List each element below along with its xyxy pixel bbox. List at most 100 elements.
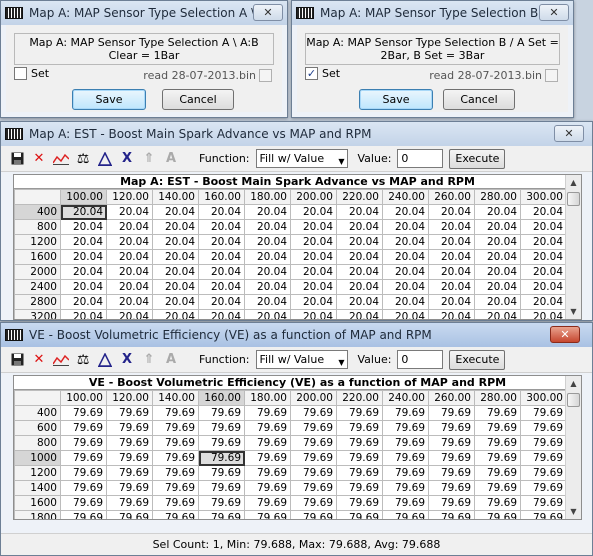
row-header[interactable]: 400 xyxy=(14,204,61,220)
spark-window-titlebar[interactable]: Map A: EST - Boost Main Spark Advance vs… xyxy=(1,122,592,146)
table-cell[interactable]: 79.69 xyxy=(244,405,291,421)
table-cell[interactable]: 79.69 xyxy=(336,405,383,421)
table-cell[interactable]: 79.69 xyxy=(60,405,107,421)
table-cell[interactable]: 20.04 xyxy=(152,279,199,295)
table-cell[interactable]: 79.69 xyxy=(198,405,245,421)
table-cell[interactable]: 79.69 xyxy=(106,405,153,421)
table-cell[interactable]: 20.04 xyxy=(520,294,567,310)
table-cell[interactable]: 20.04 xyxy=(474,279,521,295)
table-cell[interactable]: 20.04 xyxy=(244,279,291,295)
table-cell[interactable]: 79.69 xyxy=(336,450,383,466)
table-cell[interactable]: 79.69 xyxy=(428,465,475,481)
table-cell[interactable]: 20.04 xyxy=(474,219,521,235)
scroll-up-icon[interactable]: ▲ xyxy=(566,376,581,391)
close-icon[interactable]: ✕ xyxy=(539,4,569,21)
table-cell[interactable]: 20.04 xyxy=(244,219,291,235)
table-cell[interactable]: 20.04 xyxy=(152,309,199,319)
table-cell[interactable]: 79.69 xyxy=(106,510,153,519)
table-cell[interactable]: 20.04 xyxy=(336,309,383,319)
function-select[interactable]: Fill w/ Value ▼ xyxy=(255,350,348,369)
table-cell[interactable]: 79.69 xyxy=(244,495,291,511)
table-cell[interactable]: 20.04 xyxy=(520,204,567,220)
table-cell[interactable]: 20.04 xyxy=(290,294,337,310)
table-cell[interactable]: 20.04 xyxy=(60,294,107,310)
table-cell[interactable]: 79.69 xyxy=(244,435,291,451)
table-cell[interactable]: 20.04 xyxy=(198,234,245,250)
grid-corner[interactable] xyxy=(14,189,61,205)
table-cell[interactable]: 79.69 xyxy=(106,480,153,496)
execute-button[interactable]: Execute xyxy=(449,148,506,169)
table-cell[interactable]: 79.69 xyxy=(152,495,199,511)
scroll-down-icon[interactable]: ▼ xyxy=(566,504,581,519)
table-cell[interactable]: 20.04 xyxy=(106,249,153,265)
table-cell[interactable]: 79.69 xyxy=(382,480,429,496)
column-header[interactable]: 180.00 xyxy=(244,189,291,205)
cancel-button[interactable]: Cancel xyxy=(162,89,234,110)
column-header[interactable]: 200.00 xyxy=(290,390,337,406)
table-cell[interactable]: 79.69 xyxy=(244,420,291,436)
table-cell[interactable]: 79.69 xyxy=(152,510,199,519)
table-cell[interactable]: 20.04 xyxy=(152,264,199,280)
table-cell[interactable]: 79.69 xyxy=(520,405,567,421)
table-cell[interactable]: 79.69 xyxy=(428,480,475,496)
column-header[interactable]: 280.00 xyxy=(474,189,521,205)
table-cell[interactable]: 79.69 xyxy=(60,480,107,496)
table-cell[interactable]: 79.69 xyxy=(198,480,245,496)
delete-icon[interactable]: ✕ xyxy=(31,151,47,167)
table-cell[interactable]: 20.04 xyxy=(336,204,383,220)
value-input[interactable]: 0 xyxy=(397,350,444,369)
row-header[interactable]: 1600 xyxy=(14,249,61,265)
table-cell[interactable]: 20.04 xyxy=(474,204,521,220)
row-header[interactable]: 1600 xyxy=(14,495,61,511)
table-cell[interactable]: 20.04 xyxy=(290,309,337,319)
table-cell[interactable]: 79.69 xyxy=(244,510,291,519)
table-cell[interactable]: 79.69 xyxy=(382,435,429,451)
table-cell[interactable]: 20.04 xyxy=(428,264,475,280)
row-header[interactable]: 3200 xyxy=(14,309,61,319)
table-cell[interactable]: 20.04 xyxy=(428,294,475,310)
column-header[interactable]: 240.00 xyxy=(382,189,429,205)
execute-button[interactable]: Execute xyxy=(449,349,506,370)
selected-cell[interactable]: 20.04 xyxy=(60,204,107,220)
table-cell[interactable]: 79.69 xyxy=(382,450,429,466)
table-cell[interactable]: 79.69 xyxy=(152,405,199,421)
table-cell[interactable]: 20.04 xyxy=(290,219,337,235)
table-cell[interactable]: 79.69 xyxy=(520,450,567,466)
table-cell[interactable]: 79.69 xyxy=(106,495,153,511)
row-header[interactable]: 1400 xyxy=(14,480,61,496)
table-cell[interactable]: 20.04 xyxy=(152,219,199,235)
table-cell[interactable]: 20.04 xyxy=(520,309,567,319)
table-cell[interactable]: 20.04 xyxy=(428,249,475,265)
row-header[interactable]: 800 xyxy=(14,435,61,451)
cancel-button[interactable]: Cancel xyxy=(443,89,515,110)
table-cell[interactable]: 20.04 xyxy=(520,234,567,250)
dialog-b-titlebar[interactable]: Map A: MAP Sensor Type Selection B / ...… xyxy=(292,1,573,25)
table-cell[interactable]: 20.04 xyxy=(474,294,521,310)
table-cell[interactable]: 20.04 xyxy=(428,309,475,319)
table-cell[interactable]: 20.04 xyxy=(60,219,107,235)
save-icon[interactable] xyxy=(9,352,25,368)
scales-icon[interactable]: ⚖ xyxy=(75,352,91,368)
column-header[interactable]: 140.00 xyxy=(152,390,199,406)
table-cell[interactable]: 79.69 xyxy=(60,465,107,481)
table-cell[interactable]: 79.69 xyxy=(336,420,383,436)
scroll-up-icon[interactable]: ▲ xyxy=(566,175,581,190)
row-header[interactable]: 800 xyxy=(14,219,61,235)
table-cell[interactable]: 79.69 xyxy=(290,465,337,481)
table-cell[interactable]: 20.04 xyxy=(60,264,107,280)
table-cell[interactable]: 20.04 xyxy=(198,309,245,319)
table-cell[interactable]: 79.69 xyxy=(106,465,153,481)
table-cell[interactable]: 79.69 xyxy=(428,420,475,436)
close-icon[interactable]: ✕ xyxy=(550,326,580,343)
table-cell[interactable]: 79.69 xyxy=(106,435,153,451)
table-cell[interactable]: 20.04 xyxy=(106,294,153,310)
table-cell[interactable]: 79.69 xyxy=(290,420,337,436)
text-icon[interactable]: A xyxy=(163,352,179,368)
table-cell[interactable]: 79.69 xyxy=(474,480,521,496)
table-cell[interactable]: 20.04 xyxy=(198,219,245,235)
table-cell[interactable]: 20.04 xyxy=(474,264,521,280)
table-cell[interactable]: 79.69 xyxy=(198,495,245,511)
table-cell[interactable]: 20.04 xyxy=(382,204,429,220)
row-header[interactable]: 1800 xyxy=(14,510,61,519)
table-cell[interactable]: 79.69 xyxy=(290,435,337,451)
